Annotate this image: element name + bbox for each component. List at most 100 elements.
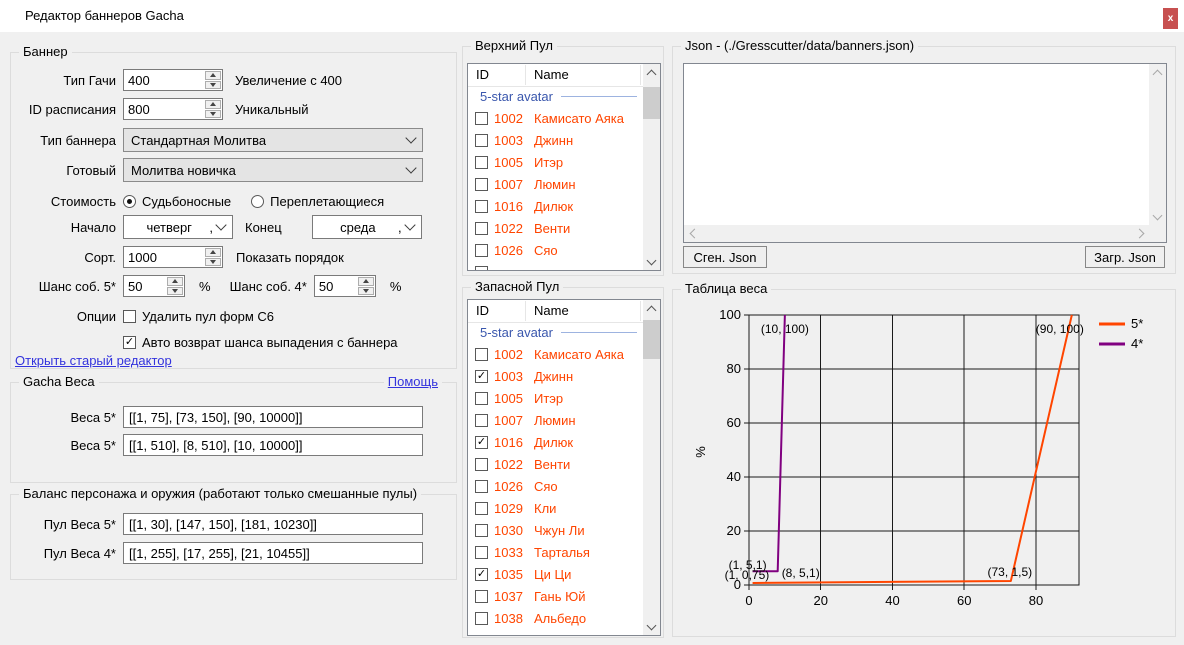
pool-item-checkbox[interactable] — [475, 480, 488, 493]
pool-item-row[interactable]: 1003Джинн — [468, 365, 643, 387]
json-horizontal-scrollbar[interactable] — [684, 225, 1149, 242]
event-chance5-spinner[interactable]: 50 — [123, 275, 185, 297]
spin-down-button[interactable] — [205, 110, 221, 119]
pool-item-checkbox[interactable] — [475, 178, 488, 191]
pool-item-row[interactable]: 1022Венти — [468, 453, 643, 475]
pool-item-checkbox[interactable] — [475, 502, 488, 515]
pool-item-name: Джинн — [534, 133, 573, 148]
gacha-type-spinner[interactable]: 400 — [123, 69, 223, 91]
help-link[interactable]: Помощь — [384, 374, 442, 389]
spin-down-button[interactable] — [205, 258, 221, 267]
pool-item-row[interactable]: 1005Итэр — [468, 151, 643, 173]
pool-item-row[interactable]: 1030Чжун Ли — [468, 519, 643, 541]
banner-type-combobox[interactable]: Стандартная Молитва — [123, 128, 423, 152]
pool-item-row[interactable]: 1007Люмин — [468, 173, 643, 195]
json-textarea[interactable] — [683, 63, 1167, 243]
pool-item-row[interactable]: 1005Итэр — [468, 387, 643, 409]
pool-item-checkbox[interactable] — [475, 200, 488, 213]
cost-radio-intertwined[interactable] — [251, 195, 264, 208]
pool-item-row[interactable]: 1003Джинн — [468, 129, 643, 151]
scroll-down-button[interactable] — [1149, 208, 1166, 225]
pool-item-row[interactable]: 1016Дилюк — [468, 195, 643, 217]
spin-up-button[interactable] — [205, 248, 221, 257]
pool-item-row[interactable]: 1026Сяо — [468, 239, 643, 261]
pool-item-row[interactable]: 1035Ци Ци — [468, 563, 643, 585]
event-chance5-value: 50 — [124, 276, 166, 296]
close-button[interactable]: x — [1163, 8, 1178, 29]
pool-item-checkbox[interactable] — [475, 348, 488, 361]
event-chance4-spinner[interactable]: 50 — [314, 275, 376, 297]
pool-item-checkbox[interactable] — [475, 156, 488, 169]
pool-item-id: 1002 — [494, 111, 534, 126]
pool-item-checkbox[interactable] — [475, 134, 488, 147]
pool-item-row[interactable]: 1002Камисато Аяка — [468, 343, 643, 365]
spin-up-button[interactable] — [167, 277, 183, 286]
weights-input[interactable]: [[1, 75], [73, 150], [90, 10000]] — [123, 406, 423, 428]
pool-item-row[interactable]: 1026Сяо — [468, 475, 643, 497]
json-group-title: Json - (./Gresscutter/data/banners.json) — [681, 38, 918, 53]
schedule-id-spinner[interactable]: 800 — [123, 98, 223, 120]
pool-item-id: 1026 — [494, 479, 534, 494]
json-group: Json - (./Gresscutter/data/banners.json)… — [672, 46, 1176, 274]
spin-up-button[interactable] — [205, 71, 221, 80]
spin-down-button[interactable] — [358, 287, 374, 296]
sort-spinner[interactable]: 1000 — [123, 246, 223, 268]
load-json-button[interactable]: Загр. Json — [1085, 246, 1165, 268]
json-vertical-scrollbar[interactable] — [1149, 64, 1166, 225]
spin-down-button[interactable] — [205, 81, 221, 90]
event-chance5-label: Шанс соб. 5* — [11, 279, 116, 294]
scroll-thumb[interactable] — [643, 87, 660, 119]
generate-json-button[interactable]: Сген. Json — [683, 246, 767, 268]
pool-item-checkbox[interactable] — [475, 222, 488, 235]
spin-up-button[interactable] — [358, 277, 374, 286]
reserve-pool-group: Запасной Пул ID Name 5-star avatar1002Ка… — [462, 287, 664, 638]
pool-item-row[interactable]: 1029Кли — [468, 497, 643, 519]
prefab-combobox[interactable]: Молитва новичка — [123, 158, 423, 182]
pool-weights-input[interactable]: [[1, 255], [17, 255], [21, 10455]] — [123, 542, 423, 564]
pool-item-checkbox[interactable] — [475, 458, 488, 471]
scroll-up-button[interactable] — [1149, 64, 1166, 81]
auto-return-checkbox[interactable] — [123, 336, 136, 349]
pool-item-checkbox[interactable] — [475, 436, 488, 449]
reserve-pool-scrollbar[interactable] — [643, 300, 660, 635]
pool-item-checkbox[interactable] — [475, 524, 488, 537]
pool-item-row[interactable]: 1002Камисато Аяка — [468, 107, 643, 129]
pool-item-checkbox[interactable] — [475, 244, 488, 257]
pool-item-checkbox[interactable] — [475, 392, 488, 405]
scroll-left-button[interactable] — [684, 225, 701, 242]
start-day-combobox[interactable]: четверг , — [123, 215, 233, 239]
weights-input[interactable]: [[1, 510], [8, 510], [10, 10000]] — [123, 434, 423, 456]
pool-item-row[interactable]: 1033Тарталья — [468, 541, 643, 563]
scroll-up-button[interactable] — [643, 64, 660, 81]
upper-pool-scrollbar[interactable] — [643, 64, 660, 270]
pool-item-row[interactable]: 1037Гань Юй — [468, 585, 643, 607]
scroll-down-button[interactable] — [643, 618, 660, 635]
scroll-up-button[interactable] — [643, 300, 660, 317]
scroll-thumb[interactable] — [643, 320, 660, 359]
open-old-editor-link[interactable]: Открыть старый редактор — [15, 353, 172, 368]
generate-json-label: Сген. Json — [694, 250, 757, 265]
column-separator — [525, 301, 526, 321]
end-day-combobox[interactable]: среда , — [312, 215, 422, 239]
pool-item-checkbox[interactable] — [475, 370, 488, 383]
pool-item-row[interactable]: 1007Люмин — [468, 409, 643, 431]
pool-item-id: 1022 — [494, 221, 534, 236]
spin-down-button[interactable] — [167, 287, 183, 296]
remove-pool-label: Удалить пул форм С6 — [142, 309, 274, 324]
scroll-right-button[interactable] — [1132, 225, 1149, 242]
pool-item-checkbox[interactable] — [475, 612, 488, 625]
pool-item-checkbox[interactable] — [475, 414, 488, 427]
gacha-type-label: Тип Гачи — [11, 73, 116, 88]
pool-item-checkbox[interactable] — [475, 590, 488, 603]
spin-up-button[interactable] — [205, 100, 221, 109]
remove-pool-checkbox[interactable] — [123, 310, 136, 323]
pool-item-row[interactable]: 1038Альбедо — [468, 607, 643, 629]
cost-radio-fate[interactable] — [123, 195, 136, 208]
pool-item-checkbox[interactable] — [475, 568, 488, 581]
pool-item-checkbox[interactable] — [475, 112, 488, 125]
pool-item-checkbox[interactable] — [475, 546, 488, 559]
pool-item-row[interactable]: 1022Венти — [468, 217, 643, 239]
scroll-down-button[interactable] — [643, 253, 660, 270]
pool-item-row[interactable]: 1016Дилюк — [468, 431, 643, 453]
pool-weights-input[interactable]: [[1, 30], [147, 150], [181, 10230]] — [123, 513, 423, 535]
